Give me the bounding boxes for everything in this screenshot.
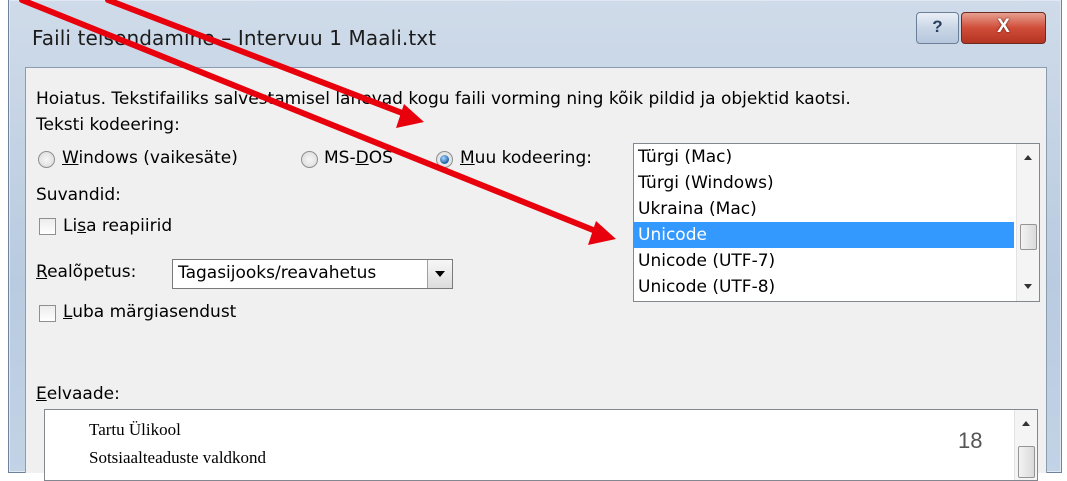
list-item[interactable]: Türgi (Windows) <box>634 170 1014 196</box>
list-item[interactable]: Ukraina (Mac) <box>634 196 1014 222</box>
preview-box[interactable]: Tartu Ülikool Sotsiaalteaduste valdkond <box>44 409 1038 481</box>
preview-line: Tartu Ülikool <box>89 420 181 439</box>
title-bar[interactable]: Faili teisendamine – Intervuu 1 Maali.tx… <box>9 0 1061 66</box>
scrollbar-thumb[interactable] <box>1018 446 1035 478</box>
line-ending-label: Realõpetus: <box>36 262 137 282</box>
radio-other-encoding-label[interactable]: Muu kodeering: <box>460 148 592 168</box>
list-item[interactable]: Türgi (Mac) <box>634 144 1014 170</box>
close-button[interactable]: X <box>961 12 1046 44</box>
list-item[interactable]: Unicode (UTF-8) <box>634 274 1014 300</box>
close-icon: X <box>997 16 1010 37</box>
line-ending-dropdown[interactable]: Tagasijooks/reavahetus <box>172 259 453 289</box>
scroll-up-icon[interactable] <box>1015 414 1037 434</box>
list-item[interactable]: Unicode (UTF-7) <box>634 248 1014 274</box>
radio-ms-dos-label[interactable]: MS-DOS <box>324 148 393 168</box>
list-item-selected[interactable]: Unicode <box>634 222 1014 248</box>
insert-line-breaks-checkbox[interactable] <box>39 218 56 235</box>
chevron-down-icon[interactable] <box>427 260 452 288</box>
preview-line: Sotsiaalteaduste valdkond <box>89 448 267 467</box>
radio-ms-dos[interactable] <box>301 151 318 168</box>
line-ending-value: Tagasijooks/reavahetus <box>178 263 377 283</box>
preview-scrollbar[interactable] <box>1014 410 1037 480</box>
encoding-scrollbar[interactable] <box>1016 144 1039 301</box>
scroll-down-icon[interactable] <box>1017 277 1039 297</box>
dialog-title: Faili teisendamine – Intervuu 1 Maali.tx… <box>32 26 437 50</box>
text-encoding-label: Teksti kodeering: <box>36 115 180 135</box>
help-button[interactable]: ? <box>916 12 959 44</box>
radio-windows-default[interactable] <box>38 151 55 168</box>
dialog-body: Hoiatus. Tekstifailiks salvestamisel läh… <box>25 67 1047 481</box>
scroll-up-icon[interactable] <box>1017 148 1039 168</box>
insert-line-breaks-label[interactable]: Lisa reapiirid <box>63 216 172 236</box>
radio-other-encoding[interactable] <box>436 151 453 168</box>
radio-windows-label[interactable]: Windows (vaikesäte) <box>62 148 238 168</box>
options-label: Suvandid: <box>36 185 121 205</box>
encoding-listbox[interactable]: Türgi (Mac) Türgi (Windows) Ukraina (Mac… <box>633 143 1040 302</box>
slide-number: 18 <box>958 428 983 453</box>
allow-substitution-checkbox[interactable] <box>39 305 56 322</box>
file-conversion-dialog: Faili teisendamine – Intervuu 1 Maali.tx… <box>8 0 1062 481</box>
allow-substitution-label[interactable]: Luba märgiasendust <box>63 302 236 322</box>
scrollbar-thumb[interactable] <box>1020 224 1037 250</box>
warning-text: Hoiatus. Tekstifailiks salvestamisel läh… <box>36 89 851 109</box>
preview-label: Eelvaade: <box>36 384 120 404</box>
help-icon: ? <box>932 17 943 36</box>
